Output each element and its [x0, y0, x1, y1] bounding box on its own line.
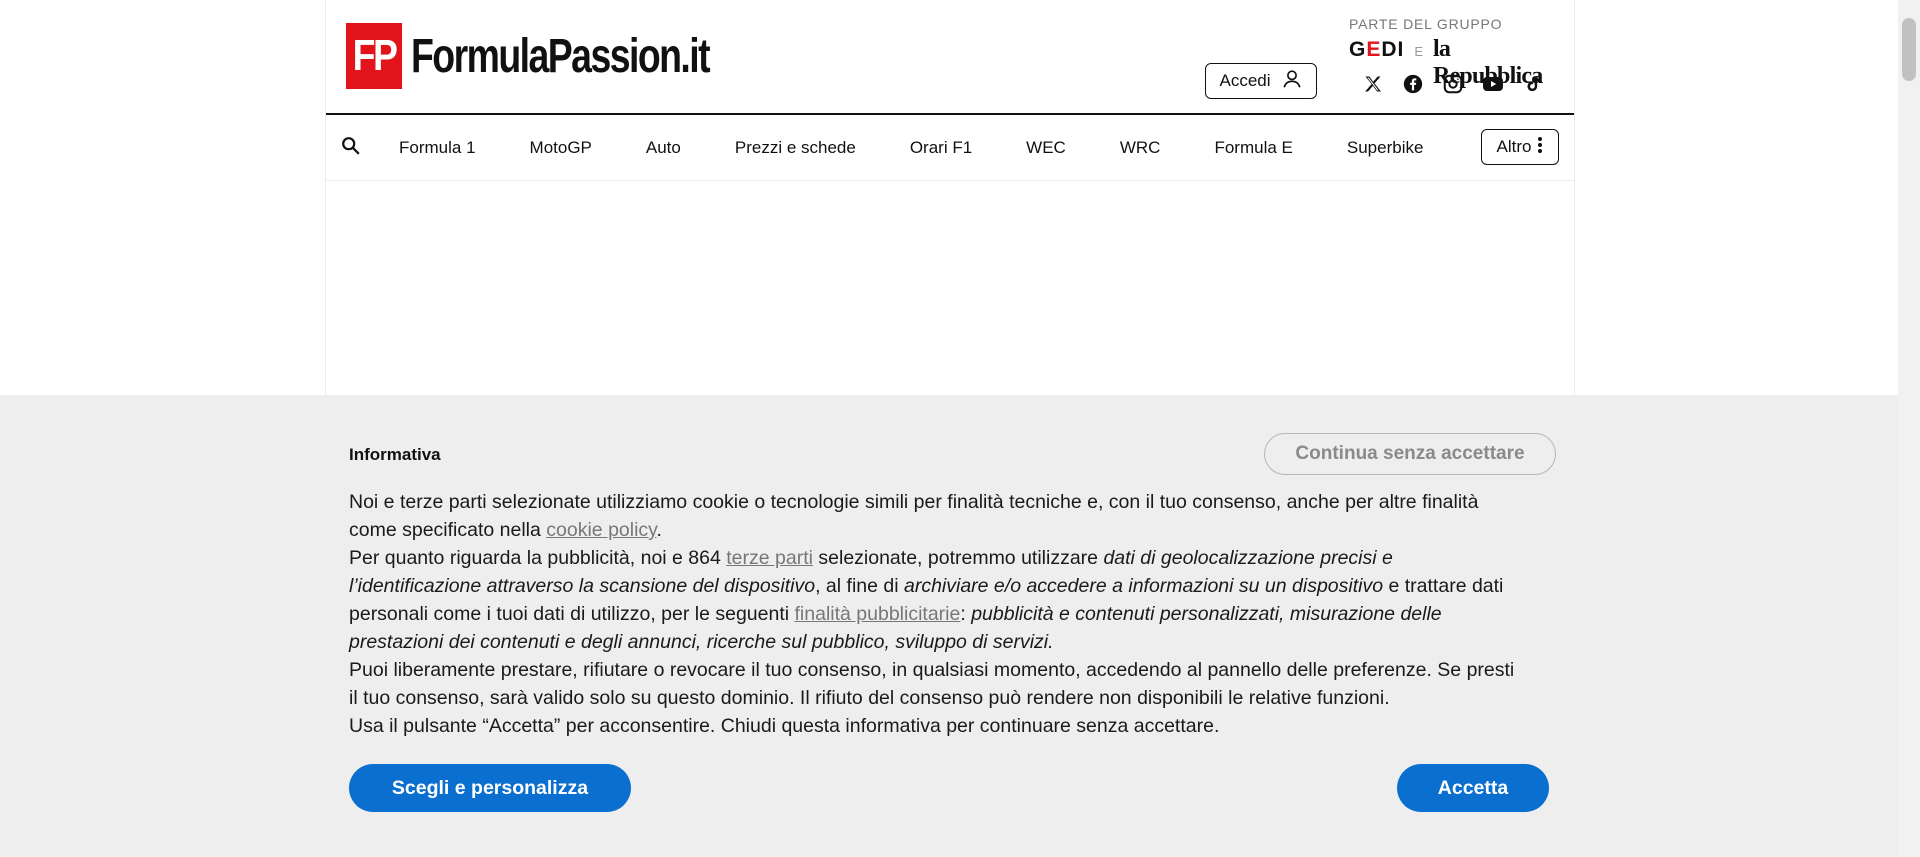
nav-item-orari-f1[interactable]: Orari F1 [910, 138, 972, 158]
logo-text: FormulaPassion.it [411, 29, 711, 83]
logo-badge: FP [345, 23, 403, 89]
nav-item-auto[interactable]: Auto [646, 138, 681, 158]
continue-without-accepting-button[interactable]: Continua senza accettare [1264, 433, 1556, 475]
user-icon [1281, 68, 1303, 95]
group-separator: E [1414, 44, 1424, 59]
nav-items: Formula 1 MotoGP Auto Prezzi e schede Or… [399, 115, 1477, 180]
page-column: FP FormulaPassion.it Accedi PARTE DEL GR… [325, 0, 1575, 395]
advertising-purposes-link[interactable]: finalità pubblicitarie [795, 603, 961, 625]
third-parties-link[interactable]: terze parti [726, 547, 813, 569]
consent-body: Noi e terze parti selezionate utilizziam… [349, 488, 1524, 740]
consent-paragraph: Puoi liberamente prestare, rifiutare o r… [349, 659, 1515, 709]
nav-item-formula-e[interactable]: Formula E [1214, 138, 1292, 158]
nav-item-formula-1[interactable]: Formula 1 [399, 138, 476, 158]
youtube-icon[interactable] [1481, 72, 1505, 96]
search-icon[interactable] [340, 135, 364, 159]
more-menu-label: Altro [1496, 137, 1532, 156]
accept-button[interactable]: Accetta [1397, 764, 1549, 812]
main-nav: Formula 1 MotoGP Auto Prezzi e schede Or… [326, 115, 1574, 181]
consent-paragraph: Per quanto riguarda la pubblicità, noi e… [349, 547, 1504, 653]
nav-item-motogp[interactable]: MotoGP [530, 138, 592, 158]
tiktok-icon[interactable] [1521, 72, 1545, 96]
gedi-logo[interactable]: GEDI [1349, 38, 1404, 62]
x-icon[interactable] [1361, 72, 1385, 96]
scrollbar-thumb[interactable] [1902, 18, 1916, 81]
more-menu-button[interactable]: Altro [1481, 129, 1559, 165]
consent-paragraph: Usa il pulsante “Accetta” per acconsenti… [349, 715, 1220, 737]
login-button[interactable]: Accedi [1205, 63, 1317, 99]
nav-item-wrc[interactable]: WRC [1120, 138, 1161, 158]
cookie-consent-banner: Informativa Continua senza accettare Noi… [0, 395, 1898, 857]
consent-paragraph: Noi e terze parti selezionate utilizziam… [349, 491, 1479, 541]
instagram-icon[interactable] [1441, 72, 1465, 96]
site-header: FP FormulaPassion.it Accedi PARTE DEL GR… [326, 0, 1574, 115]
nav-item-prezzi-e-schede[interactable]: Prezzi e schede [735, 138, 856, 158]
group-label: PARTE DEL GRUPPO [1349, 16, 1503, 32]
page-scrollbar[interactable] [1898, 0, 1920, 857]
kebab-menu-icon [1537, 136, 1543, 159]
nav-item-superbike[interactable]: Superbike [1347, 138, 1424, 158]
social-links [1361, 72, 1545, 96]
login-label: Accedi [1219, 71, 1271, 90]
cookie-policy-link[interactable]: cookie policy [546, 519, 656, 541]
consent-title: Informativa [349, 445, 441, 464]
site-logo[interactable]: FP FormulaPassion.it [341, 23, 793, 89]
nav-item-wec[interactable]: WEC [1026, 138, 1066, 158]
facebook-icon[interactable] [1401, 72, 1425, 96]
customize-button[interactable]: Scegli e personalizza [349, 764, 631, 812]
